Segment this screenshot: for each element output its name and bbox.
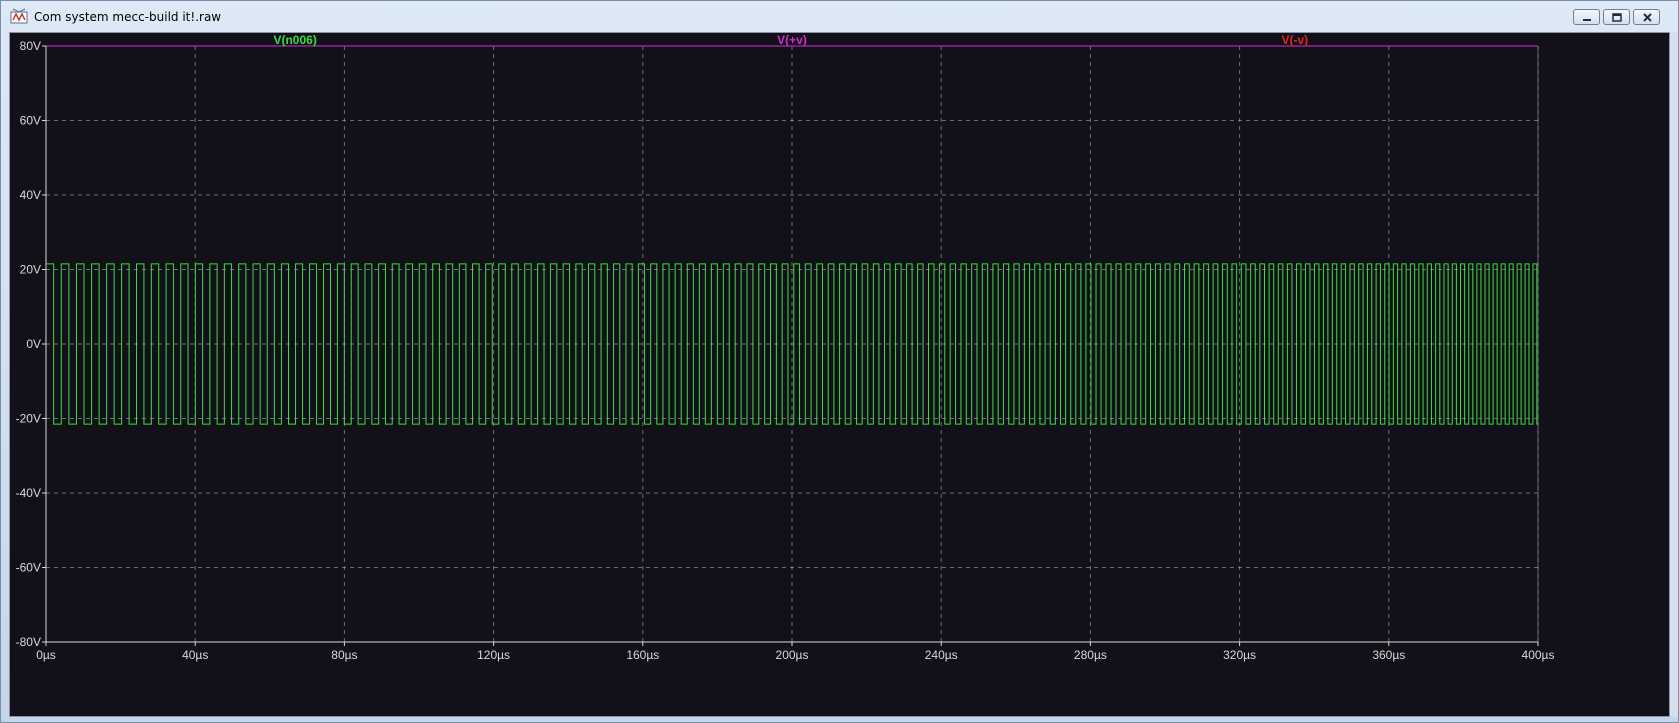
x-tick-label: 160µs (626, 648, 659, 662)
window-title: Com system mecc-build it!.raw (34, 10, 222, 24)
y-tick-label: -60V (16, 561, 41, 575)
close-button[interactable] (1633, 9, 1660, 25)
y-tick-label: -40V (16, 486, 41, 500)
y-axis-ticks: 80V 60V 40V 20V 0V -20V -40V -60V -80V (16, 39, 46, 649)
waveform-app-icon[interactable] (10, 8, 28, 24)
waveform-plot[interactable]: 80V 60V 40V 20V 0V -20V -40V -60V -80V 0µs 40µs 80… (10, 33, 1669, 716)
x-tick-label: 320µs (1223, 648, 1256, 662)
x-tick-label: 280µs (1074, 648, 1107, 662)
x-tick-label: 40µs (182, 648, 208, 662)
minimize-icon (1583, 19, 1591, 21)
x-tick-label: 400µs (1522, 648, 1555, 662)
right-edge (1670, 32, 1678, 717)
restore-icon (1612, 13, 1622, 22)
close-icon (1643, 13, 1652, 22)
y-tick-label: -80V (16, 635, 41, 649)
y-tick-label: 80V (20, 39, 41, 53)
trace-label-minus-v[interactable]: V(-v) (1281, 33, 1308, 47)
title-bar[interactable]: Com system mecc-build it!.raw (1, 1, 1678, 32)
minimize-button[interactable] (1573, 9, 1600, 25)
x-tick-label: 120µs (477, 648, 510, 662)
y-tick-label: 20V (20, 263, 41, 277)
y-tick-label: 60V (20, 114, 41, 128)
waveform-window: Com system mecc-build it!.raw 80V 60V 40V 2… (0, 0, 1679, 723)
plot-pane[interactable]: 80V 60V 40V 20V 0V -20V -40V -60V -80V 0µs 40µs 80… (9, 32, 1670, 717)
x-tick-label: 360µs (1372, 648, 1405, 662)
trace-label-plus-v[interactable]: V(+v) (777, 33, 807, 47)
x-tick-label: 200µs (776, 648, 809, 662)
x-axis-ticks: 0µs 40µs 80µs 120µs 160µs 200µs 240µs 280µs 320µ… (36, 642, 1554, 662)
y-tick-label: 0V (26, 337, 41, 351)
trace-label-n006[interactable]: V(n006) (273, 33, 316, 47)
y-tick-label: 40V (20, 188, 41, 202)
x-tick-label: 240µs (925, 648, 958, 662)
x-tick-label: 0µs (36, 648, 56, 662)
x-tick-label: 80µs (331, 648, 357, 662)
trace-labels[interactable]: V(n006) V(+v) V(-v) (273, 33, 1308, 47)
y-tick-label: -20V (16, 412, 41, 426)
restore-button[interactable] (1603, 9, 1630, 25)
